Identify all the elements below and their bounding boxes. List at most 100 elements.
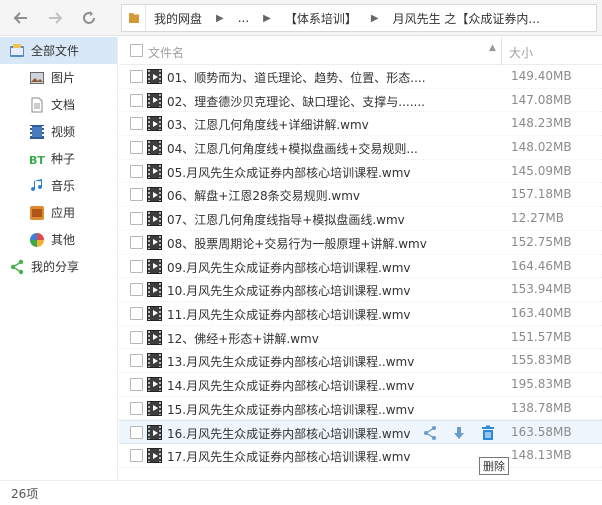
file-row[interactable]: 13.月风先生众成证券内部核心培训课程..wmv 155.83MB: [119, 349, 602, 373]
bt-icon: BT: [29, 151, 45, 167]
file-row[interactable]: 09.月风先生众成证券内部核心培训课程.wmv 164.46MB: [119, 255, 602, 279]
video-file-icon: [147, 448, 162, 463]
video-file-icon: [147, 69, 162, 84]
list-header: 文件名 ▲ 大小: [119, 37, 602, 65]
file-row[interactable]: 10.月风先生众成证券内部核心培训课程.wmv 153.94MB: [119, 278, 602, 302]
column-header-name[interactable]: 文件名: [148, 44, 184, 61]
row-checkbox[interactable]: [130, 259, 143, 273]
file-name[interactable]: 04、江恩几何角度线+模拟盘画线+交易规则...: [167, 140, 418, 157]
file-name[interactable]: 17.月风先生众成证券内部核心培训课程.wmv: [167, 448, 411, 465]
file-row[interactable]: 14.月风先生众成证券内部核心培训课程..wmv 195.83MB: [119, 373, 602, 397]
video-file-icon: [147, 329, 162, 345]
trash-icon[interactable]: [479, 424, 497, 442]
row-checkbox[interactable]: [130, 330, 143, 344]
file-name[interactable]: 06、解盘+江恩28条交易规则.wmv: [167, 187, 360, 204]
file-name[interactable]: 10.月风先生众成证券内部核心培训课程.wmv: [167, 282, 411, 299]
row-checkbox[interactable]: [130, 70, 143, 83]
file-name[interactable]: 01、顺势而为、道氏理论、趋势、位置、形态....: [167, 69, 426, 86]
file-row[interactable]: 07、江恩几何角度线指导+模拟盘画线.wmv 12.27MB: [119, 207, 602, 231]
sidebar-item-apps[interactable]: 应用: [0, 199, 117, 226]
file-name[interactable]: 16.月风先生众成证券内部核心培训课程.wmv: [167, 425, 411, 442]
row-checkbox[interactable]: [130, 212, 143, 226]
file-row[interactable]: 02、理查德沙贝克理论、缺口理论、支撑与....... 147.08MB: [119, 89, 602, 113]
file-row[interactable]: 03、江恩几何角度线+详细讲解.wmv 148.23MB: [119, 112, 602, 137]
row-checkbox[interactable]: [130, 117, 143, 131]
file-row[interactable]: 05.月风先生众成证券内部核心培训课程.wmv 145.09MB: [119, 160, 602, 184]
row-checkbox[interactable]: [130, 377, 143, 391]
file-size: 157.18MB: [511, 187, 572, 202]
sidebar-item-label: 我的分享: [31, 260, 80, 274]
video-icon: [29, 124, 45, 140]
refresh-icon[interactable]: [76, 5, 102, 31]
sidebar-item-other[interactable]: 其他: [0, 226, 117, 253]
row-checkbox[interactable]: [130, 235, 143, 249]
file-row[interactable]: 06、解盘+江恩28条交易规则.wmv 157.18MB: [119, 183, 602, 208]
file-row-hovered[interactable]: 16.月风先生众成证券内部核心培训课程.wmv 163.58MB: [119, 420, 602, 444]
file-size: 138.78MB: [511, 400, 572, 415]
home-icon[interactable]: [122, 5, 146, 31]
sidebar-item-my-shares[interactable]: 我的分享: [0, 253, 117, 280]
file-name[interactable]: 13.月风先生众成证券内部核心培训课程..wmv: [167, 353, 414, 370]
file-size: 149.40MB: [511, 69, 572, 83]
row-checkbox[interactable]: [130, 93, 143, 107]
file-size: 164.46MB: [511, 258, 572, 273]
row-checkbox[interactable]: [130, 283, 143, 297]
share-icon[interactable]: [421, 424, 439, 442]
file-name[interactable]: 07、江恩几何角度线指导+模拟盘画线.wmv: [167, 211, 405, 228]
sidebar-item-videos[interactable]: 视频: [0, 118, 117, 145]
file-name[interactable]: 05.月风先生众成证券内部核心培训课程.wmv: [167, 164, 411, 181]
file-name[interactable]: 15.月风先生众成证券内部核心培训课程..wmv: [167, 401, 414, 418]
document-icon: [29, 97, 45, 113]
breadcrumb-item-training[interactable]: 【体系培训】: [277, 10, 365, 27]
file-row[interactable]: 04、江恩几何角度线+模拟盘画线+交易规则... 148.02MB: [119, 136, 602, 160]
file-name[interactable]: 12、佛经+形态+讲解.wmv: [167, 330, 319, 347]
file-row[interactable]: 11.月风先生众成证券内部核心培训课程.wmv 163.40MB: [119, 302, 602, 326]
sidebar-item-music[interactable]: 音乐: [0, 172, 117, 199]
file-name[interactable]: 02、理查德沙贝克理论、缺口理论、支撑与.......: [167, 93, 425, 110]
column-divider[interactable]: [501, 37, 502, 65]
forward-arrow-icon[interactable]: [42, 5, 68, 31]
row-checkbox[interactable]: [130, 306, 143, 320]
sidebar-item-images[interactable]: 图片: [0, 64, 117, 91]
row-checkbox[interactable]: [130, 449, 143, 462]
sidebar-item-label: 应用: [51, 206, 76, 220]
breadcrumb-item-ellipsis[interactable]: ...: [230, 11, 257, 25]
file-name[interactable]: 08、股票周期论+交易行为一般原理+讲解.wmv: [167, 235, 427, 252]
file-row[interactable]: 15.月风先生众成证券内部核心培训课程..wmv 138.78MB: [119, 397, 602, 421]
breadcrumb-item-root[interactable]: 我的网盘: [146, 10, 210, 27]
file-name[interactable]: 14.月风先生众成证券内部核心培训课程..wmv: [167, 377, 414, 394]
folder-icon: [9, 43, 25, 59]
delete-tooltip: 删除: [479, 457, 509, 475]
video-file-icon: [147, 116, 162, 132]
breadcrumb-item-current[interactable]: 月风先生 之【众成证券内...: [385, 10, 548, 27]
sidebar-item-all-files[interactable]: 全部文件: [0, 37, 117, 64]
column-header-size[interactable]: 大小: [509, 44, 533, 61]
row-checkbox[interactable]: [130, 401, 143, 415]
file-row[interactable]: 01、顺势而为、道氏理论、趋势、位置、形态.... 149.40MB: [119, 65, 602, 89]
row-checkbox[interactable]: [130, 354, 143, 368]
sidebar-item-label: 全部文件: [31, 44, 80, 58]
file-size: 153.94MB: [511, 282, 572, 297]
video-file-icon: [147, 425, 162, 441]
row-checkbox[interactable]: [130, 141, 143, 155]
download-icon[interactable]: [450, 424, 468, 442]
row-checkbox[interactable]: [130, 188, 143, 202]
sidebar-item-documents[interactable]: 文档: [0, 91, 117, 118]
file-size: 151.57MB: [511, 329, 572, 344]
file-name[interactable]: 03、江恩几何角度线+详细讲解.wmv: [167, 116, 369, 133]
file-row[interactable]: 12、佛经+形态+讲解.wmv 151.57MB: [119, 326, 602, 350]
sort-up-icon[interactable]: ▲: [489, 43, 496, 53]
file-name[interactable]: 11.月风先生众成证券内部核心培训课程.wmv: [167, 306, 411, 323]
file-row[interactable]: 08、股票周期论+交易行为一般原理+讲解.wmv 152.75MB: [119, 231, 602, 255]
back-arrow-icon[interactable]: [8, 5, 34, 31]
file-name[interactable]: 09.月风先生众成证券内部核心培训课程.wmv: [167, 259, 411, 276]
top-toolbar: 我的网盘 ▶ ... ▶ 【体系培训】 ▶ 月风先生 之【众成证券内...: [0, 0, 602, 36]
sidebar-item-torrents[interactable]: BT 种子: [0, 145, 117, 172]
file-row[interactable]: 17.月风先生众成证券内部核心培训课程.wmv 148.13MB: [119, 444, 602, 468]
row-checkbox[interactable]: [130, 426, 143, 440]
file-size: 155.83MB: [511, 353, 572, 368]
file-size: 163.58MB: [511, 425, 572, 440]
row-checkbox[interactable]: [130, 164, 143, 178]
status-bar: 26项: [0, 480, 602, 505]
select-all-checkbox[interactable]: [130, 44, 143, 57]
